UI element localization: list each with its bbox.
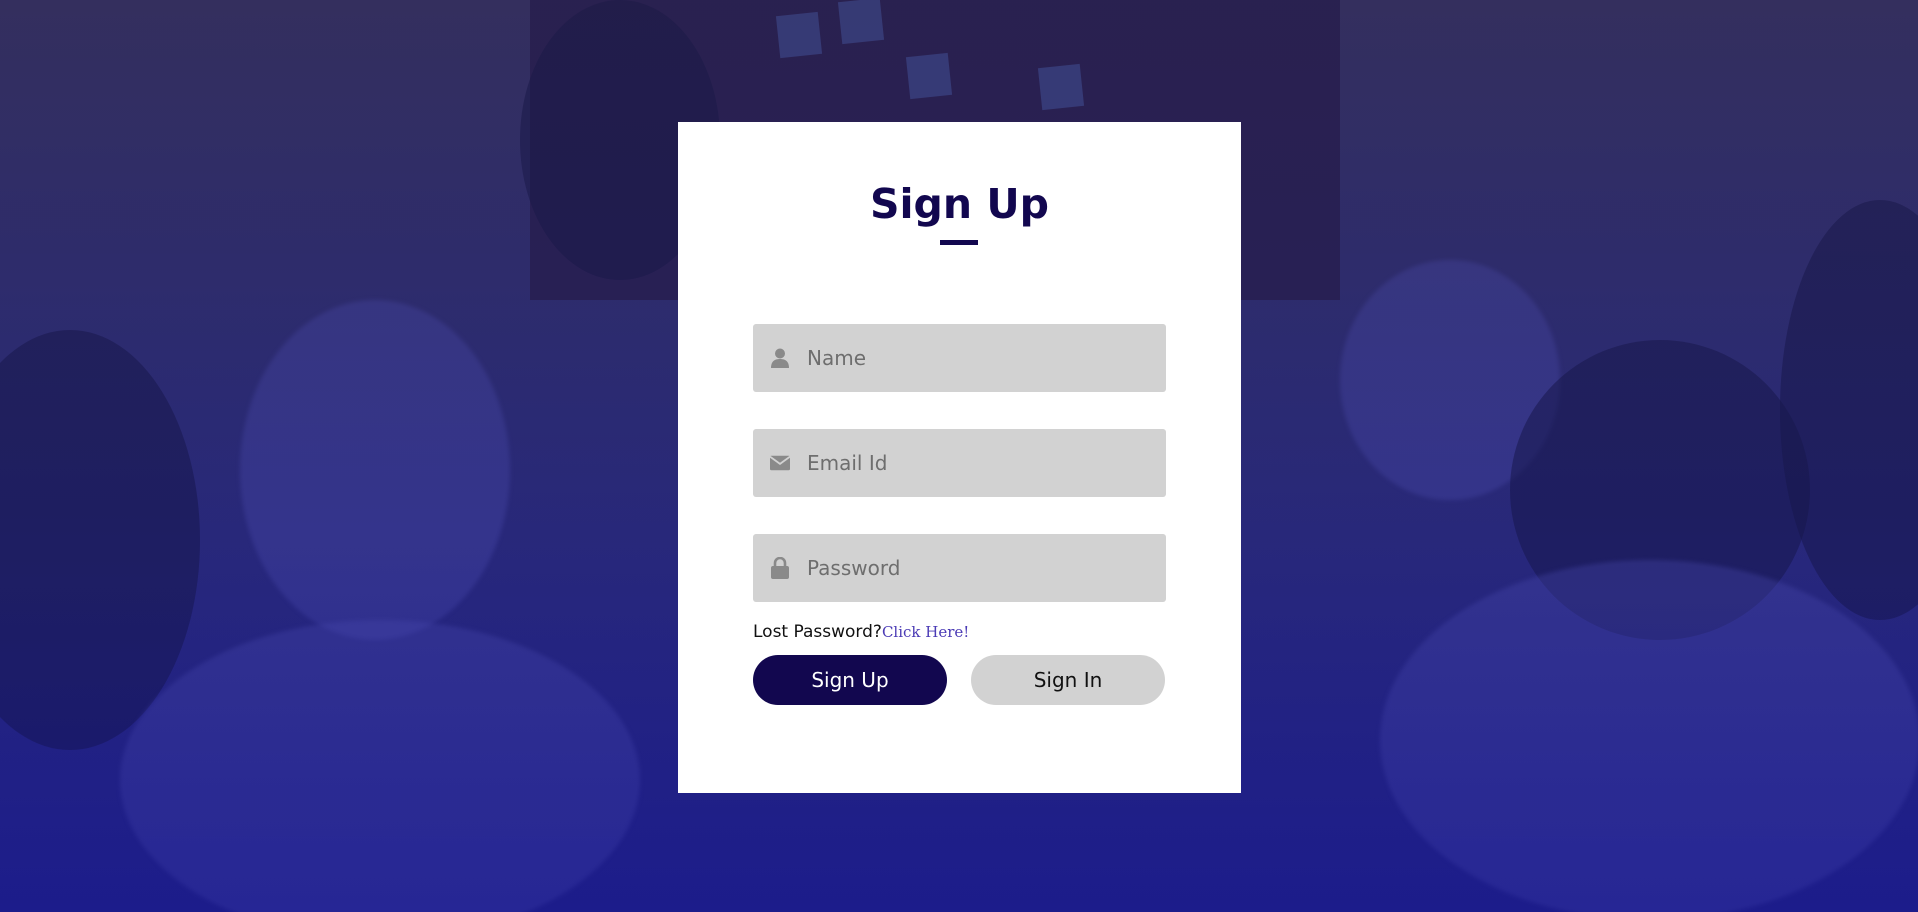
- user-icon: [770, 348, 790, 368]
- name-input[interactable]: [807, 346, 1147, 370]
- envelope-icon: [770, 453, 790, 473]
- title-underline: [940, 240, 978, 245]
- click-here-link[interactable]: Click Here!: [882, 623, 969, 641]
- email-input[interactable]: [807, 451, 1147, 475]
- signup-card: Sign Up Lost Password?Click Here! Sign U…: [678, 122, 1241, 793]
- password-field[interactable]: [753, 534, 1166, 602]
- name-field[interactable]: [753, 324, 1166, 392]
- lost-password-row: Lost Password?Click Here!: [753, 622, 969, 642]
- sign-in-button[interactable]: Sign In: [971, 655, 1165, 705]
- password-input[interactable]: [807, 556, 1147, 580]
- sign-up-button[interactable]: Sign Up: [753, 655, 947, 705]
- email-field[interactable]: [753, 429, 1166, 497]
- page-title: Sign Up: [869, 180, 1050, 228]
- lock-icon: [770, 557, 790, 579]
- lost-password-text: Lost Password?: [753, 622, 882, 642]
